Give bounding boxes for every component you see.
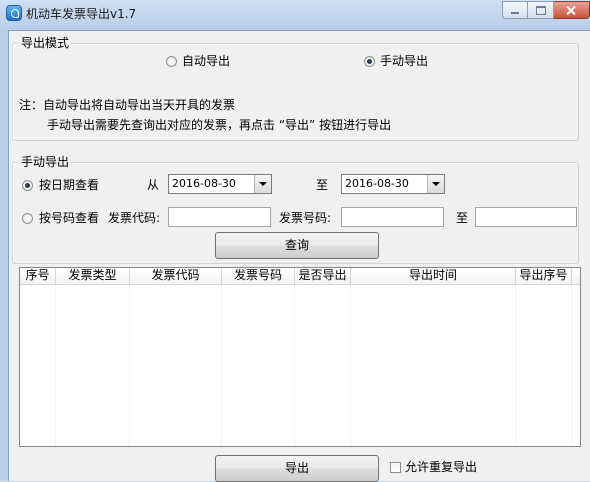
from-date-picker[interactable]: 2016-08-30 <box>168 174 272 194</box>
to-date-value: 2016-08-30 <box>345 177 409 190</box>
note-line-1: 注：自动导出将自动导出当天开具的发票 <box>19 98 236 112</box>
column-divider <box>294 285 295 446</box>
export-mode-group: 导出模式 自动导出 手动导出 注：自动导出将自动导出当天开具的发票 手动导出需要… <box>12 36 579 141</box>
invoice-number-to-input[interactable] <box>475 207 577 227</box>
to-date-picker[interactable]: 2016-08-30 <box>341 174 445 194</box>
export-mode-group-title: 导出模式 <box>19 36 72 50</box>
title-bar[interactable]: 机动车发票导出v1.7 <box>0 0 590 26</box>
column-divider <box>515 285 516 446</box>
from-date-value: 2016-08-30 <box>172 177 236 190</box>
minimize-button[interactable] <box>502 1 528 19</box>
column-divider <box>350 285 351 446</box>
app-window: 机动车发票导出v1.7 导出模式 自动导出 手动导出 注：自动导出将自动导出当天… <box>0 0 590 482</box>
auto-export-label[interactable]: 自动导出 <box>182 54 230 68</box>
maximize-button[interactable] <box>528 1 554 19</box>
by-number-radio[interactable] <box>22 213 33 224</box>
column-header-invoice-number[interactable]: 发票号码 <box>222 268 295 284</box>
table-header: 序号 发票类型 发票代码 发票号码 是否导出 导出时间 导出序号 <box>20 268 580 285</box>
column-divider <box>221 285 222 446</box>
by-date-label[interactable]: 按日期查看 <box>39 178 99 192</box>
column-header-export-seq[interactable]: 导出序号 <box>516 268 572 284</box>
close-button[interactable] <box>554 1 590 19</box>
invoice-number-from-input[interactable] <box>341 207 444 227</box>
by-number-label[interactable]: 按号码查看 <box>39 211 99 225</box>
to-label: 至 <box>316 178 329 192</box>
column-header-export-time[interactable]: 导出时间 <box>351 268 516 284</box>
column-divider <box>571 285 572 446</box>
export-button[interactable]: 导出 <box>215 455 379 482</box>
query-button[interactable]: 查询 <box>215 232 379 259</box>
column-header-index[interactable]: 序号 <box>20 268 56 284</box>
manual-export-label[interactable]: 手动导出 <box>380 54 428 68</box>
client-area: 导出模式 自动导出 手动导出 注：自动导出将自动导出当天开具的发票 手动导出需要… <box>8 30 590 482</box>
manual-export-radio[interactable] <box>364 56 375 67</box>
from-label: 从 <box>147 178 160 192</box>
column-header-invoice-code[interactable]: 发票代码 <box>130 268 222 284</box>
column-header-invoice-type[interactable]: 发票类型 <box>56 268 130 284</box>
invoice-number-to-label: 至 <box>456 211 469 225</box>
to-date-dropdown-arrow-icon[interactable] <box>427 175 444 193</box>
column-divider <box>55 285 56 446</box>
invoice-number-label: 发票号码: <box>279 211 332 225</box>
manual-export-group-title: 手动导出 <box>19 155 72 169</box>
allow-repeat-label[interactable]: 允许重复导出 <box>405 460 477 474</box>
invoice-code-input[interactable] <box>168 207 271 227</box>
from-date-dropdown-arrow-icon[interactable] <box>254 175 271 193</box>
invoice-table[interactable]: 序号 发票类型 发票代码 发票号码 是否导出 导出时间 导出序号 <box>19 267 581 447</box>
column-divider <box>129 285 130 446</box>
manual-export-group: 手动导出 按日期查看 从 2016-08-30 至 2016-08-30 按号码… <box>12 155 579 264</box>
auto-export-radio[interactable] <box>166 56 177 67</box>
note-line-2: 手动导出需要先查询出对应的发票，再点击 “导出” 按钮进行导出 <box>47 118 392 132</box>
by-date-radio[interactable] <box>22 180 33 191</box>
invoice-code-label: 发票代码: <box>108 211 161 225</box>
allow-repeat-checkbox[interactable] <box>390 462 401 473</box>
app-icon <box>6 5 22 21</box>
window-title: 机动车发票导出v1.7 <box>26 7 137 21</box>
column-header-exported[interactable]: 是否导出 <box>295 268 351 284</box>
